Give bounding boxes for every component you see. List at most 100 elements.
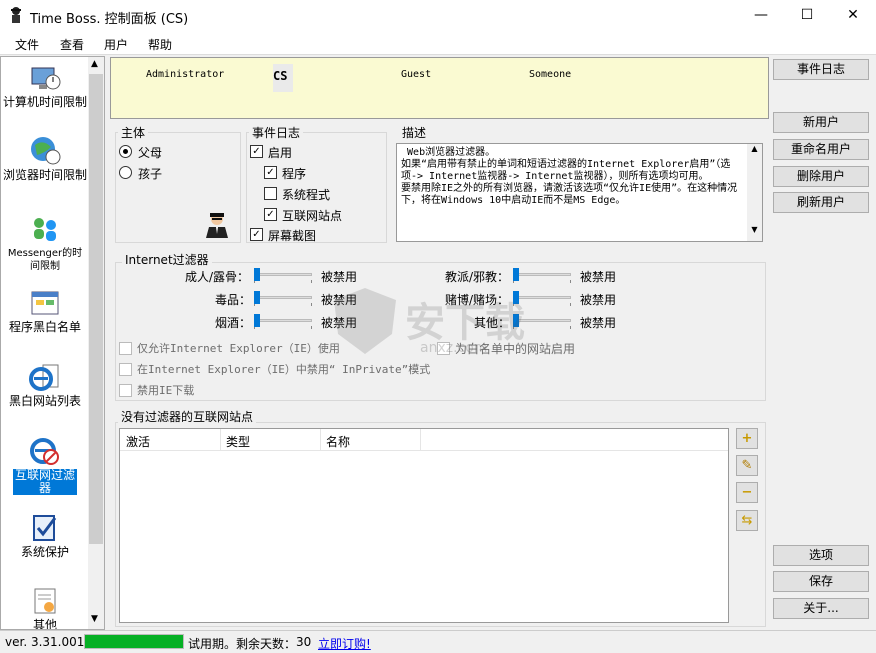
scroll-up-icon[interactable]: ▲ [747, 144, 762, 153]
minimize-button[interactable]: — [738, 0, 784, 31]
filter-other-state: 被禁用 [580, 316, 617, 330]
radio-parent-label: 父母 [138, 146, 163, 160]
sidebar-item-program-list[interactable]: 程序黑白名单 [3, 287, 87, 334]
trial-label: 试用期。剩余天数： [188, 637, 297, 651]
filter-tobacco-slider[interactable] [254, 314, 312, 329]
filter-adult-label: 成人/露骨： [185, 270, 250, 284]
filter-adult-slider[interactable] [254, 268, 312, 283]
shield-check-icon [29, 512, 61, 544]
chk-enable[interactable]: ✓ [250, 145, 263, 158]
chk-screenshots[interactable]: ✓ [250, 228, 263, 241]
column-divider [420, 429, 421, 451]
new-user-button[interactable]: 新用户 [773, 112, 869, 133]
maximize-button[interactable]: ☐ [784, 0, 830, 31]
scroll-down-icon[interactable]: ▼ [747, 225, 762, 234]
messenger-icon [29, 213, 61, 245]
menu-user[interactable]: 用户 [104, 36, 128, 53]
plus-icon: + [741, 431, 753, 446]
filter-cult-state: 被禁用 [580, 270, 617, 284]
chk-inprivate[interactable] [119, 363, 132, 376]
radio-child[interactable] [119, 166, 132, 179]
table-header: 激活 类型 名称 [120, 429, 728, 451]
radio-parent[interactable] [119, 145, 132, 158]
user-guest[interactable]: Guest [401, 69, 431, 80]
user-administrator[interactable]: Administrator [146, 69, 224, 80]
about-button[interactable]: 关于... [773, 598, 869, 619]
window-title: Time Boss. 控制面板 (CS) [30, 12, 189, 27]
menu-bar: 文件 查看 用户 帮助 [0, 31, 876, 55]
sidebar-item-label: 系统保护 [20, 545, 69, 559]
column-divider [320, 429, 321, 451]
chk-internet-sites-label: 互联网站点 [282, 209, 343, 223]
misc-icon [29, 585, 61, 617]
sites-table[interactable]: 激活 类型 名称 [119, 428, 729, 623]
scroll-up-icon[interactable]: ▲ [91, 59, 98, 69]
version-label: ver. 3.31.001 [5, 635, 85, 649]
description-text: Web浏览器过滤器。 如果“启用带有禁止的单词和短语过滤器的Internet E… [396, 143, 763, 242]
sidebar-item-site-list[interactable]: 黑白网站列表 [3, 361, 87, 408]
program-list-icon [29, 287, 61, 319]
move-site-button[interactable]: ⇆ [736, 510, 758, 531]
chk-ie-download-label: 禁用IE下载 [137, 384, 195, 397]
rename-user-button[interactable]: 重命名用户 [773, 139, 869, 160]
sidebar-item-misc[interactable]: 其他 [3, 585, 87, 629]
col-active[interactable]: 激活 [126, 433, 150, 450]
filter-drugs-slider[interactable] [254, 291, 312, 306]
save-button[interactable]: 保存 [773, 571, 869, 592]
ie-filter-icon [29, 435, 61, 467]
sidebar-item-label: 程序黑白名单 [8, 320, 81, 334]
delete-user-button[interactable]: 删除用户 [773, 166, 869, 187]
chk-internet-sites[interactable]: ✓ [264, 208, 277, 221]
chk-programs[interactable]: ✓ [264, 166, 277, 179]
filter-cult-slider[interactable] [513, 268, 571, 283]
filter-drugs-label: 毒品： [215, 293, 252, 307]
add-site-button[interactable]: + [736, 428, 758, 449]
description-scrollbar[interactable]: ▲ ▼ [747, 144, 762, 241]
sidebar-item-computer-time[interactable]: 计算机时间限制 [3, 62, 87, 109]
pencil-icon: ✎ [741, 458, 753, 473]
chk-enable-label: 启用 [268, 146, 293, 160]
user-cs[interactable]: CS [273, 64, 293, 92]
ie-list-icon [29, 361, 61, 393]
watermark-shield-icon [330, 286, 400, 356]
trial-progress-bar [84, 634, 184, 649]
eventlog-group-label: 事件日志 [249, 124, 304, 141]
filter-tobacco-label: 烟酒： [215, 316, 252, 330]
remove-site-button[interactable]: − [736, 482, 758, 503]
menu-file[interactable]: 文件 [15, 36, 39, 53]
chk-system-programs-label: 系统程式 [282, 188, 331, 202]
filter-adult-state: 被禁用 [321, 270, 358, 284]
sidebar-item-browser-time[interactable]: 浏览器时间限制 [3, 135, 87, 182]
chk-ie-download[interactable] [119, 384, 132, 397]
scrollbar-thumb[interactable] [89, 74, 103, 544]
buy-now-link[interactable]: 立即订购! [318, 635, 371, 652]
menu-view[interactable]: 查看 [60, 36, 84, 53]
user-someone[interactable]: Someone [529, 69, 571, 80]
parent-avatar [204, 210, 230, 238]
globe-clock-icon [29, 135, 61, 167]
trial-progress-fill [85, 635, 183, 648]
chk-screenshots-label: 屏幕截图 [268, 229, 317, 243]
filter-gambling-state: 被禁用 [580, 293, 617, 307]
sites-group-label: 没有过滤器的互联网站点 [118, 408, 257, 425]
edit-site-button[interactable]: ✎ [736, 455, 758, 476]
chk-system-programs[interactable] [264, 187, 277, 200]
sidebar-item-label: 计算机时间限制 [3, 95, 88, 109]
sidebar-item-internet-filter[interactable]: 互联网过滤器 [3, 435, 87, 495]
sidebar-item-messenger-time[interactable]: Messenger的时间限制 [3, 213, 87, 273]
event-log-button[interactable]: 事件日志 [773, 59, 869, 80]
options-button[interactable]: 选项 [773, 545, 869, 566]
chk-only-ie[interactable] [119, 342, 132, 355]
col-type[interactable]: 类型 [226, 433, 250, 450]
refresh-user-button[interactable]: 刷新用户 [773, 192, 869, 213]
close-button[interactable]: ✕ [830, 0, 876, 31]
menu-help[interactable]: 帮助 [148, 36, 172, 53]
sidebar-item-label: Messenger的时间限制 [7, 248, 83, 272]
sidebar-item-system-protection[interactable]: 系统保护 [3, 512, 87, 559]
watermark-url: anxz.com [420, 340, 488, 356]
minus-icon: − [741, 485, 753, 500]
app-icon [8, 6, 24, 24]
col-name[interactable]: 名称 [326, 433, 350, 450]
title-bar: Time Boss. 控制面板 (CS) — ☐ ✕ [0, 0, 876, 31]
scroll-down-icon[interactable]: ▼ [91, 614, 98, 624]
